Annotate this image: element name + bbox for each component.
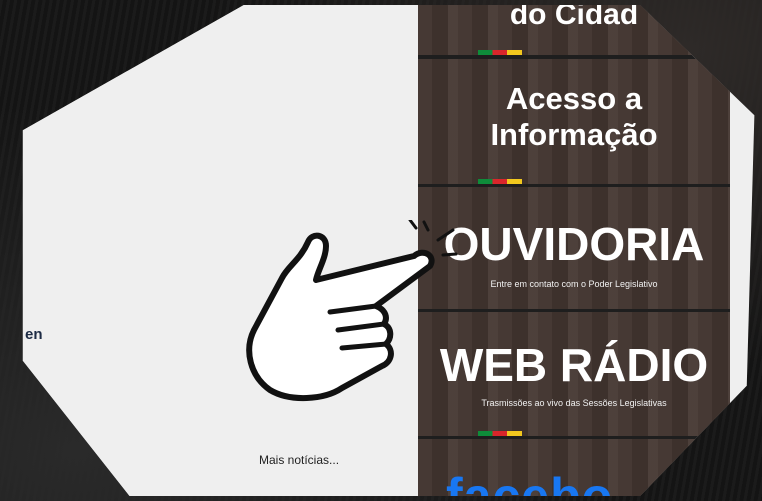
web-radio-banner[interactable]: WEB RÁDIO Trasmissões ao vivo das Sessõe… (418, 312, 730, 436)
facebook-banner-title: facebo (446, 468, 614, 501)
web-radio-banner-title: WEB RÁDIO (439, 339, 709, 391)
ouvidoria-banner[interactable]: OUVIDORIA Entre em contato com o Poder L… (418, 187, 730, 309)
acesso-informacao-banner[interactable]: Acesso a Informação (418, 59, 730, 184)
more-news-link[interactable]: Mais notícias... (259, 453, 339, 467)
flag-stripe (478, 179, 522, 184)
flag-stripe (478, 431, 522, 436)
flag-stripe (478, 50, 522, 55)
banner-column: do Cidad Acesso a Informação OUVIDORIA E… (418, 5, 730, 501)
news-partial-text: en (25, 326, 43, 343)
acesso-banner-title-line2: Informação (490, 117, 658, 152)
pointing-hand-icon (246, 220, 458, 402)
ouvidoria-banner-subtitle: Entre em contato com o Poder Legislativo (490, 279, 658, 289)
ouvidoria-banner-title: OUVIDORIA (443, 218, 705, 270)
web-radio-banner-subtitle: Trasmissões ao vivo das Sessões Legislat… (481, 398, 667, 408)
acesso-banner-title-line1: Acesso a (505, 81, 643, 116)
